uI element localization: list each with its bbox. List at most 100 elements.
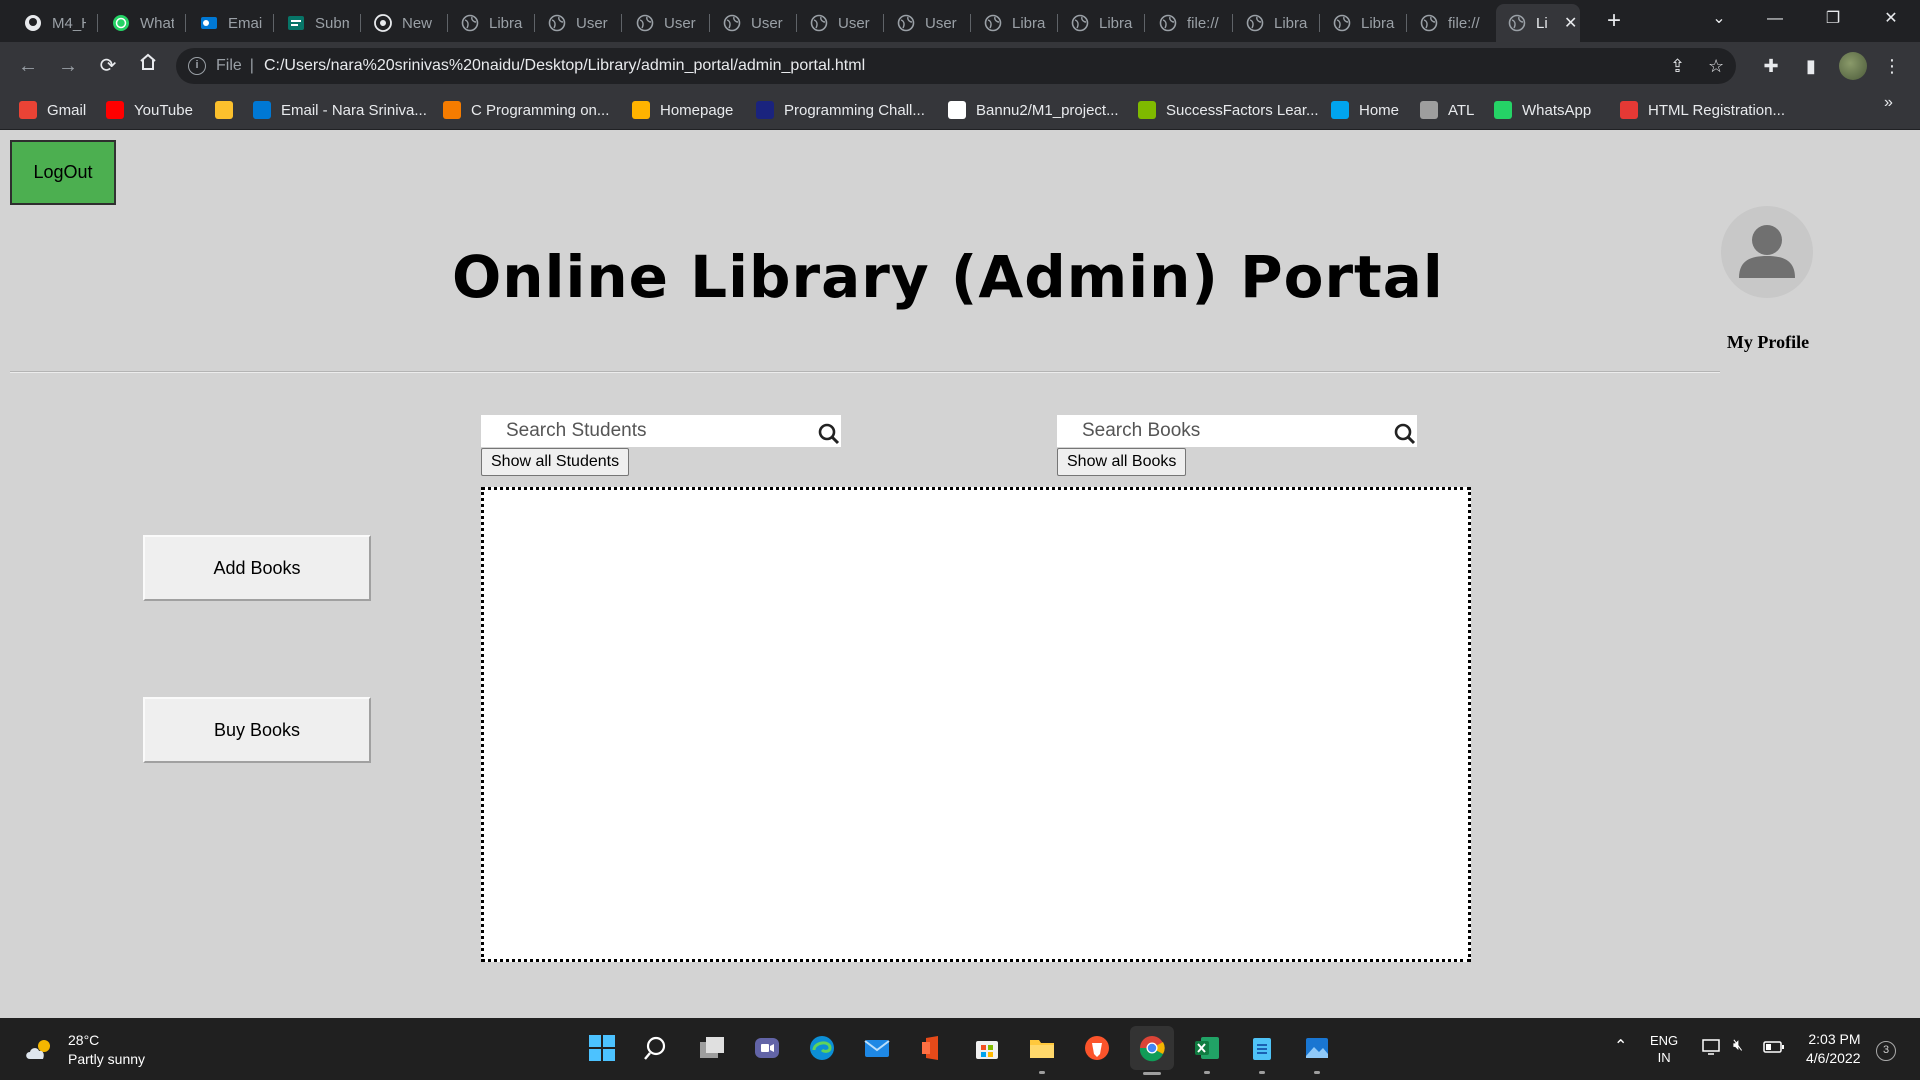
chrome-icon[interactable] — [1130, 1026, 1174, 1075]
show-all-books-button[interactable]: Show all Books — [1057, 448, 1187, 476]
bookmark-item[interactable]: Home — [1331, 99, 1399, 121]
more-bookmarks-button[interactable]: » — [1884, 94, 1893, 112]
notification-badge[interactable]: 3 — [1876, 1041, 1896, 1061]
clock-date: 4/6/2022 — [1806, 1050, 1861, 1066]
windows-start-icon[interactable] — [585, 1031, 619, 1065]
system-clock[interactable]: 2:03 PM 4/6/2022 — [1806, 1030, 1861, 1068]
profile-avatar-icon[interactable] — [1721, 206, 1813, 298]
extensions-icon[interactable]: ✚ — [1757, 52, 1785, 80]
show-hidden-icons[interactable]: ⌃ — [1614, 1036, 1627, 1056]
browser-tab[interactable]: Li ✕ — [1496, 4, 1580, 42]
browser-tab[interactable]: Librar — [1234, 4, 1320, 42]
browser-tab[interactable]: Librar — [1059, 4, 1145, 42]
browser-tab[interactable]: file:// — [1147, 4, 1233, 42]
search-icon[interactable] — [640, 1031, 674, 1065]
bookmark-item[interactable]: C Programming on... — [443, 99, 609, 121]
search-students-input[interactable] — [481, 416, 801, 446]
share-icon[interactable]: ⇪ — [1670, 56, 1685, 77]
browser-tab[interactable]: Librar — [1321, 4, 1407, 42]
weather-widget[interactable]: 28°C Partly sunny — [24, 1031, 145, 1069]
home-icon[interactable] — [134, 52, 162, 80]
site-info-icon[interactable]: i — [188, 57, 206, 75]
browser-tab[interactable]: New T — [362, 4, 448, 42]
browser-profile-avatar[interactable] — [1839, 52, 1867, 80]
photos-icon[interactable] — [1300, 1031, 1334, 1074]
bookmark-item[interactable]: SuccessFactors Lear... — [1138, 99, 1319, 121]
task-view-icon[interactable] — [695, 1031, 729, 1065]
close-window-icon[interactable]: ✕ — [1868, 0, 1914, 38]
bookmark-label: Homepage — [660, 101, 734, 119]
tab-title: User I — [664, 14, 698, 32]
new-tab-button[interactable]: + — [1600, 7, 1628, 35]
browser-tab[interactable]: file:// — [1408, 4, 1494, 42]
weather-temp: 28°C — [68, 1032, 100, 1048]
search-icon[interactable] — [817, 422, 841, 446]
browser-tab[interactable]: User I — [798, 4, 884, 42]
browser-tab[interactable]: User I — [624, 4, 710, 42]
bookmark-item[interactable]: Email - Nara Sriniva... — [253, 99, 427, 121]
bookmark-item[interactable] — [215, 99, 243, 121]
bookmark-label: SuccessFactors Lear... — [1166, 101, 1319, 119]
bookmark-item[interactable]: HTML Registration... — [1620, 99, 1785, 121]
store-icon[interactable] — [970, 1031, 1004, 1065]
logout-button[interactable]: LogOut — [10, 140, 116, 205]
browser-toolbar: ← → ⟳ i File | C:/Users/nara%20srinivas%… — [0, 42, 1920, 90]
office-icon[interactable] — [915, 1031, 949, 1065]
bookmark-label: Home — [1359, 101, 1400, 119]
add-books-button[interactable]: Add Books — [143, 535, 371, 601]
bookmark-icon — [106, 101, 124, 119]
forms-icon — [287, 14, 305, 32]
bookmark-item[interactable]: Gmail — [19, 99, 86, 121]
buy-books-button[interactable]: Buy Books — [143, 697, 371, 763]
battery-icon[interactable] — [1763, 1040, 1785, 1057]
address-bar[interactable]: i File | C:/Users/nara%20srinivas%20naid… — [176, 48, 1736, 84]
edge-icon[interactable] — [805, 1031, 839, 1065]
close-tab-icon[interactable]: ✕ — [1564, 13, 1577, 33]
browser-tab[interactable]: User I — [536, 4, 622, 42]
tab-title: Email — [228, 14, 262, 32]
forward-icon[interactable]: → — [54, 52, 82, 80]
show-all-students-button[interactable]: Show all Students — [481, 448, 630, 476]
browser-tab[interactable]: Librar — [972, 4, 1058, 42]
browser-tab[interactable]: User I — [885, 4, 971, 42]
browser-menu-icon[interactable]: ⋮ — [1878, 52, 1906, 80]
search-books-input[interactable] — [1057, 416, 1377, 446]
bookmark-item[interactable]: Programming Chall... — [756, 99, 925, 121]
browser-tab[interactable]: Email — [188, 4, 274, 42]
network-icon[interactable] — [1702, 1038, 1722, 1059]
notepad-icon[interactable] — [1245, 1031, 1279, 1074]
brave-icon[interactable] — [1080, 1031, 1114, 1065]
bookmark-item[interactable]: ATL — [1420, 99, 1474, 121]
excel-icon[interactable] — [1190, 1031, 1224, 1074]
minimize-icon[interactable]: — — [1752, 0, 1798, 38]
browser-tab[interactable]: Subm — [275, 4, 361, 42]
bookmark-item[interactable]: WhatsApp — [1494, 99, 1591, 121]
browser-tab[interactable]: M4_H — [12, 4, 98, 42]
search-icon[interactable] — [1393, 422, 1417, 446]
bookmark-item[interactable]: Homepage — [632, 99, 733, 121]
browser-tab[interactable]: What — [100, 4, 186, 42]
results-panel — [481, 487, 1471, 962]
globe-icon — [1508, 14, 1526, 32]
bookmark-icon — [756, 101, 774, 119]
bookmark-item[interactable]: YouTube — [106, 99, 193, 121]
tab-title: Librar — [1099, 14, 1133, 32]
side-panel-icon[interactable]: ▮ — [1797, 52, 1825, 80]
back-icon[interactable]: ← — [14, 52, 42, 80]
bookmarks-bar: Gmail YouTube Email - Nara Sriniva... C Pro… — [0, 90, 1920, 130]
file-explorer-icon[interactable] — [1025, 1031, 1059, 1074]
tab-title: Librar — [1361, 14, 1395, 32]
language-indicator[interactable]: ENG IN — [1650, 1032, 1678, 1066]
volume-muted-icon[interactable]: 🔇︎ — [1733, 1037, 1743, 1055]
mail-icon[interactable] — [860, 1031, 894, 1065]
reload-icon[interactable]: ⟳ — [94, 52, 122, 80]
bookmark-star-icon[interactable]: ☆ — [1708, 56, 1724, 77]
browser-tab[interactable]: Librar — [449, 4, 535, 42]
browser-tab[interactable]: User I — [711, 4, 797, 42]
teams-chat-icon[interactable] — [750, 1031, 784, 1065]
tab-search-icon[interactable]: ⌄ — [1696, 0, 1742, 38]
bookmark-item[interactable]: Bannu2/M1_project... — [948, 99, 1119, 121]
restore-icon[interactable]: ❐ — [1810, 0, 1856, 38]
my-profile-link[interactable]: My Profile — [1723, 332, 1813, 353]
address-url[interactable]: C:/Users/nara%20srinivas%20naidu/Desktop… — [264, 57, 865, 75]
